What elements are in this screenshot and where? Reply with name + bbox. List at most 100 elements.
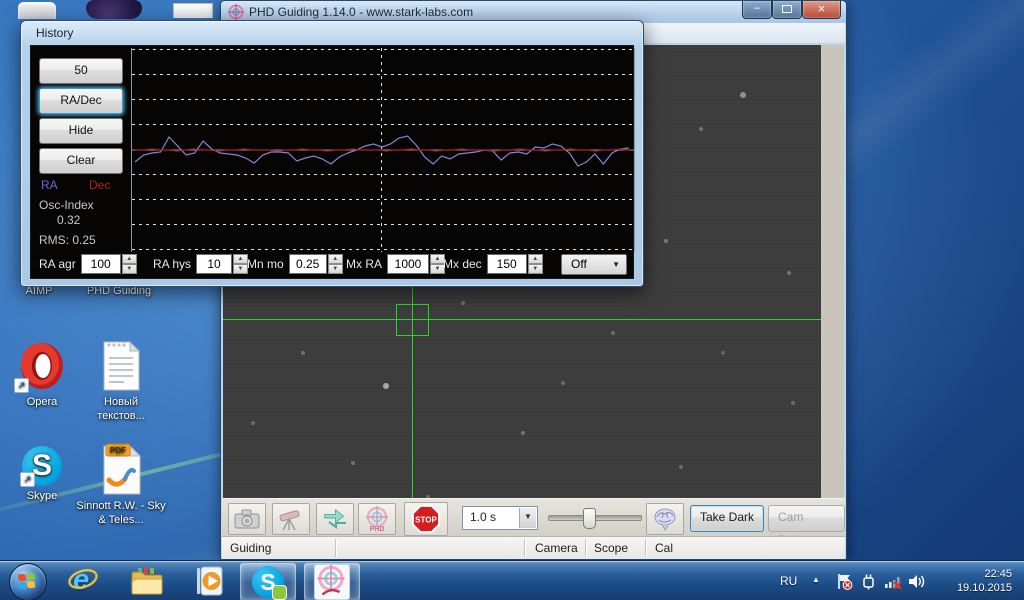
spinner-up-icon[interactable]: ▲ — [122, 254, 137, 264]
image-margin-strip — [821, 45, 844, 498]
status-divider — [335, 539, 336, 557]
ra-hys-input[interactable]: 10 — [196, 254, 232, 274]
tray-clock[interactable]: 22:45 19.10.2015 — [936, 567, 1012, 595]
spinner-up-icon[interactable]: ▲ — [328, 254, 343, 264]
stop-button[interactable]: STOP — [404, 502, 448, 536]
maximize-icon — [782, 5, 792, 13]
guide-star-selection-box — [396, 304, 429, 336]
brain-icon — [652, 507, 678, 531]
history-length-button[interactable]: 50 — [39, 58, 123, 84]
close-icon: × — [818, 1, 826, 16]
camera-connect-button[interactable] — [228, 503, 266, 535]
spinner-down-icon[interactable]: ▼ — [328, 264, 343, 274]
text-file-icon-partial[interactable] — [173, 3, 213, 18]
opera-icon: ↗ — [16, 340, 68, 392]
history-title: History — [36, 26, 73, 40]
advanced-settings-button[interactable] — [646, 503, 684, 535]
ra-agr-input[interactable]: 100 — [81, 254, 121, 274]
star — [699, 127, 703, 131]
status-scope: Scope — [594, 541, 628, 555]
status-camera: Camera — [535, 541, 578, 555]
gamma-slider[interactable] — [548, 515, 642, 521]
dec-guide-mode-value: Off — [571, 257, 587, 271]
star — [383, 383, 389, 389]
status-divider — [585, 539, 586, 557]
taskbar-file-explorer[interactable] — [126, 564, 168, 598]
spinner-down-icon[interactable]: ▼ — [122, 264, 137, 274]
gamma-slider-thumb[interactable] — [583, 508, 596, 529]
dec-guide-mode-select[interactable]: Off ▼ — [561, 254, 627, 275]
chart-line-dec — [135, 149, 629, 151]
minimize-icon: – — [754, 2, 760, 14]
desktop-icon-skype[interactable]: S ↗ Skype — [8, 446, 76, 503]
hide-button[interactable]: Hide — [39, 118, 123, 144]
osc-index-value: 0.32 — [57, 213, 80, 227]
status-divider — [645, 539, 646, 557]
close-button[interactable]: × — [802, 1, 841, 19]
mn-mo-label: Mn mo — [247, 257, 284, 271]
star — [679, 465, 683, 469]
star — [461, 301, 465, 305]
spinner-up-icon[interactable]: ▲ — [528, 254, 543, 264]
legend-ra: RA — [41, 178, 58, 192]
star — [251, 421, 255, 425]
start-button[interactable] — [9, 563, 47, 600]
power-plug-icon[interactable] — [860, 573, 877, 590]
ra-aggressiveness-control: RA agr100▲▼ — [39, 254, 137, 275]
clear-button[interactable]: Clear — [39, 148, 123, 174]
recycle-bin-icon-partial[interactable] — [18, 2, 56, 19]
guide-button[interactable]: PHD — [358, 503, 396, 535]
ra-dec-toggle-button[interactable]: RA/Dec — [39, 88, 123, 114]
telescope-connect-button[interactable] — [272, 503, 310, 535]
taskbar-phd-guiding-running[interactable] — [304, 563, 360, 600]
spinner-down-icon[interactable]: ▼ — [528, 264, 543, 274]
media-player-icon — [193, 565, 225, 597]
star — [521, 431, 525, 435]
guide-parameter-row: RA agr100▲▼ RA hys10▲▼ Mn mo0.25▲▼ Mx RA… — [31, 251, 633, 278]
maximize-button[interactable] — [772, 1, 802, 19]
action-center-flag-icon[interactable] — [836, 573, 853, 590]
star — [791, 401, 795, 405]
take-dark-button[interactable]: Take Dark — [690, 505, 764, 532]
star — [721, 351, 725, 355]
mx-dec-spinner[interactable]: ▲▼ — [528, 254, 543, 274]
desktop-icon-opera[interactable]: ↗ Opera — [6, 340, 78, 409]
language-indicator[interactable]: RU — [780, 574, 797, 588]
ra-agr-spinner[interactable]: ▲▼ — [122, 254, 137, 274]
volume-icon[interactable] — [908, 573, 925, 590]
history-content: 50 RA/Dec Hide Clear RA Dec Osc-Index 0.… — [30, 45, 634, 279]
loop-arrows-icon — [322, 509, 348, 529]
history-window: History 50 RA/Dec Hide Clear RA Dec Osc-… — [20, 20, 644, 287]
telescope-icon — [278, 507, 304, 531]
desktop-icon-textfile[interactable]: Новый текстов... — [84, 340, 158, 423]
history-titlebar[interactable]: History — [21, 21, 643, 45]
camera-icon — [234, 508, 260, 530]
ra-hys-spinner[interactable]: ▲▼ — [233, 254, 248, 274]
minimize-button[interactable]: – — [742, 1, 772, 19]
mx-ra-label: Mx RA — [346, 257, 382, 271]
status-cal: Cal — [655, 541, 673, 555]
osc-index-label: Osc-Index — [39, 198, 94, 212]
mx-ra-input[interactable]: 1000 — [387, 254, 429, 274]
mn-mo-spinner[interactable]: ▲▼ — [328, 254, 343, 274]
exposure-duration-select[interactable]: 1.0 s ▼ — [462, 506, 538, 530]
shortcut-arrow-icon: ↗ — [14, 378, 29, 393]
star — [351, 461, 355, 465]
network-status-icon[interactable] — [884, 573, 901, 590]
spinner-up-icon[interactable]: ▲ — [233, 254, 248, 264]
mx-dec-input[interactable]: 150 — [487, 254, 527, 274]
skype-icon: S — [252, 566, 284, 598]
star — [561, 381, 565, 385]
loop-exposures-button[interactable] — [316, 503, 354, 535]
show-hidden-icons-button[interactable]: ▲ — [812, 575, 820, 584]
screen: AIMP PHD Guiding ↗ Opera — [0, 0, 1024, 600]
desktop-icon-pdf[interactable]: PDF Sinnott R.W. - Sky & Teles... — [76, 442, 166, 527]
star — [611, 331, 615, 335]
aimp-icon-partial[interactable] — [86, 0, 142, 19]
spinner-down-icon[interactable]: ▼ — [233, 264, 248, 274]
cam-dialog-button[interactable]: Cam Dialog — [768, 505, 845, 532]
taskbar-internet-explorer[interactable]: e — [62, 564, 104, 598]
taskbar-skype-running[interactable]: S — [240, 563, 296, 600]
mn-mo-input[interactable]: 0.25 — [289, 254, 327, 274]
taskbar-media-player[interactable] — [188, 564, 230, 598]
